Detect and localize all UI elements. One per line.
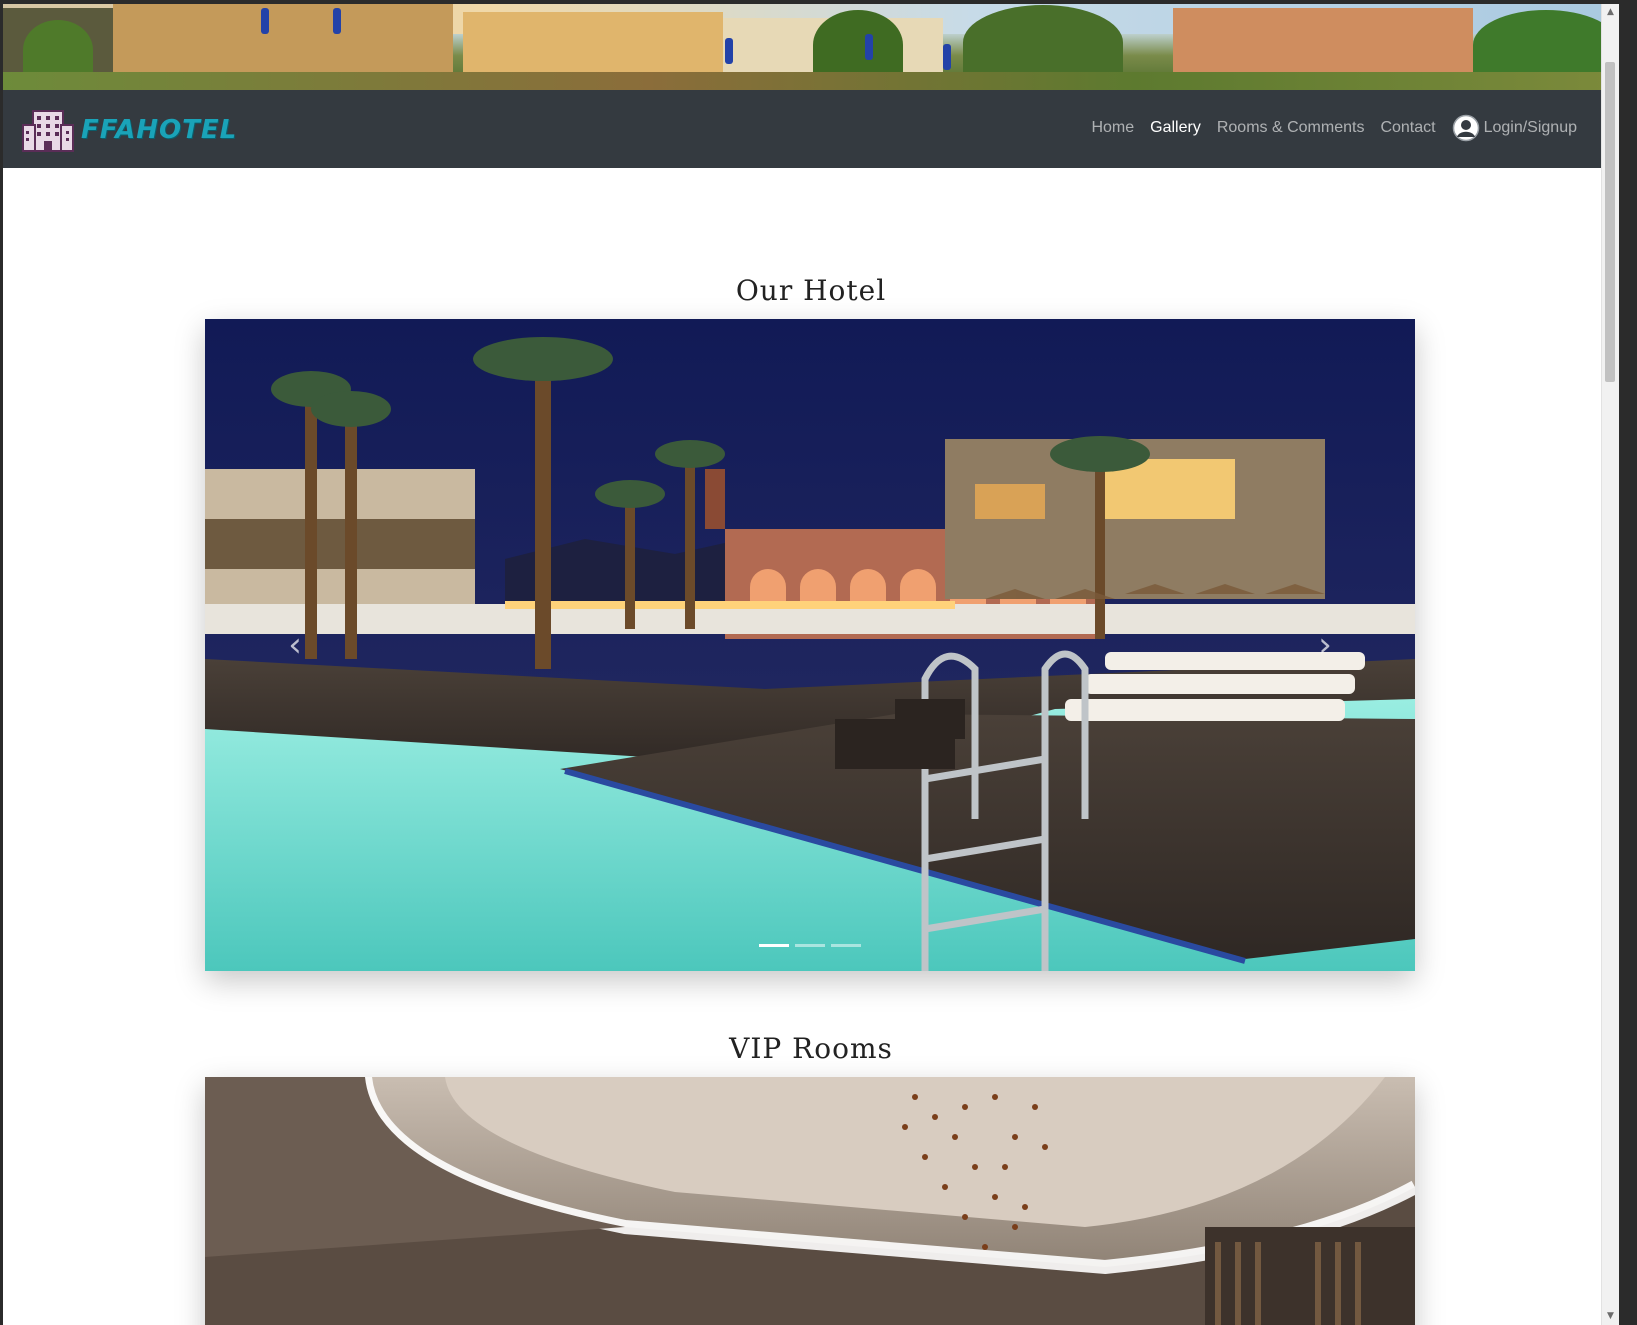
vip-rooms-carousel <box>205 1077 1415 1325</box>
section-title-our-hotel: Our Hotel <box>735 274 887 307</box>
page-scrollbar[interactable]: ▲ ▼ <box>1601 4 1619 1325</box>
navbar: FFAHOTEL Home Gallery Rooms & Comments C… <box>3 90 1619 168</box>
scroll-down-arrow-icon[interactable]: ▼ <box>1602 1308 1619 1325</box>
nav-login-signup[interactable]: Login/Signup <box>1484 119 1577 137</box>
nav-gallery[interactable]: Gallery <box>1150 119 1201 137</box>
chevron-right-icon[interactable]: › <box>1310 625 1340 665</box>
scroll-up-arrow-icon[interactable]: ▲ <box>1602 4 1619 21</box>
scrollbar-thumb[interactable] <box>1605 62 1615 382</box>
user-circle-icon[interactable] <box>1452 114 1480 142</box>
header-banner-image <box>3 4 1619 90</box>
nav-menu: Home Gallery Rooms & Comments Contact Lo… <box>1075 112 1577 144</box>
chevron-left-icon[interactable]: ‹ <box>280 625 310 665</box>
carousel-indicator-3[interactable] <box>831 944 861 947</box>
luxury-room-chandelier-image <box>205 1077 1415 1325</box>
page: FFAHOTEL Home Gallery Rooms & Comments C… <box>3 4 1619 1325</box>
carousel-indicator-2[interactable] <box>795 944 825 947</box>
brand-logo[interactable]: FFAHOTEL <box>19 107 237 153</box>
hotel-carousel: ‹ › <box>205 319 1415 971</box>
section-title-vip-rooms: VIP Rooms <box>729 1032 893 1065</box>
night-pool-resort-image <box>205 319 1415 971</box>
carousel-indicators <box>205 944 1415 947</box>
hotel-building-icon <box>22 110 74 152</box>
nav-contact[interactable]: Contact <box>1380 119 1435 137</box>
brand-name: FFAHOTEL <box>81 115 238 145</box>
nav-home[interactable]: Home <box>1091 119 1134 137</box>
carousel-indicator-1[interactable] <box>759 944 789 947</box>
nav-rooms-comments[interactable]: Rooms & Comments <box>1217 119 1365 137</box>
